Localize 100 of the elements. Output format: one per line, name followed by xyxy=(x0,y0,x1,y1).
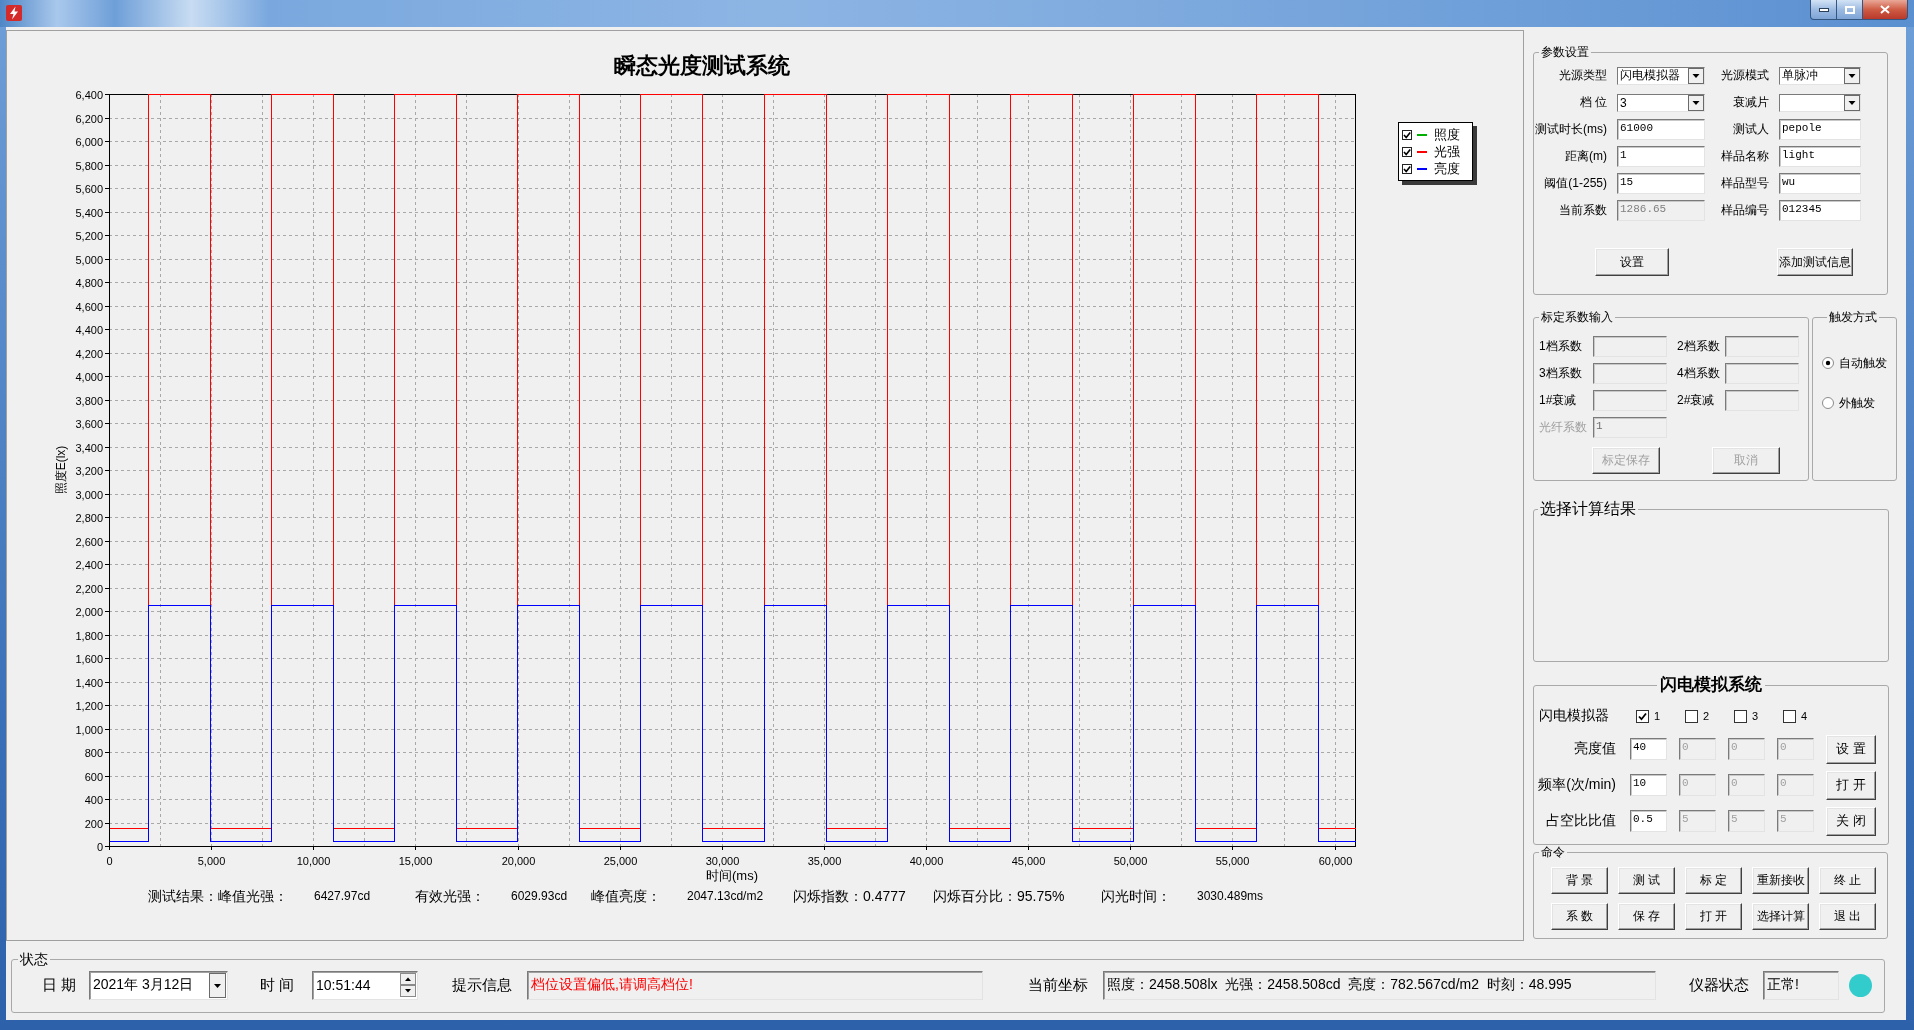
field-label: 距离(m) xyxy=(1564,148,1607,165)
field-label: 2档系数 xyxy=(1677,338,1721,355)
text-field[interactable]: 1 xyxy=(1617,146,1705,167)
push-button[interactable]: 退 出 xyxy=(1819,903,1876,930)
field-label: 衰减片 xyxy=(1732,94,1769,111)
text-field[interactable]: 15 xyxy=(1617,173,1705,194)
push-button[interactable]: 设 置 xyxy=(1826,734,1876,764)
text-field[interactable]: 012345 xyxy=(1779,200,1861,221)
group-title: 状态 xyxy=(19,951,49,967)
field-label: 1#衰减 xyxy=(1539,392,1578,409)
text-field[interactable]: light xyxy=(1779,146,1861,167)
group-title: 闪电模拟系统 xyxy=(1659,674,1763,696)
group-title: 标定系数输入 xyxy=(1540,310,1614,324)
caret-down-icon[interactable] xyxy=(1688,67,1704,84)
field-label: 档 位 xyxy=(1578,94,1607,111)
axis-tick-label: 6,200 xyxy=(75,112,103,125)
minimize-icon xyxy=(1818,7,1829,12)
text-field[interactable]: 40 xyxy=(1630,738,1667,760)
axis-tick-label: 400 xyxy=(84,793,103,806)
result-value: 6427.97cd xyxy=(314,888,371,904)
axis-tick-label: 2,600 xyxy=(75,535,103,548)
axis-title: 时间(ms) xyxy=(706,868,758,883)
axis-tick-label: 4,200 xyxy=(75,347,103,360)
checkbox[interactable] xyxy=(1783,709,1796,723)
legend-checkbox[interactable] xyxy=(1402,129,1412,140)
push-button[interactable]: 背 景 xyxy=(1551,867,1608,894)
axis-tick-label: 0 xyxy=(96,840,103,853)
caret-down-icon[interactable] xyxy=(1688,94,1704,111)
legend-checkbox[interactable] xyxy=(1402,163,1412,174)
field-label: 提示信息 xyxy=(452,975,513,995)
text-field[interactable] xyxy=(1725,363,1799,384)
axis-tick-label: 50,000 xyxy=(1113,855,1148,867)
text-field[interactable]: 0.5 xyxy=(1630,810,1667,832)
field-label: 时 间 xyxy=(260,975,296,995)
text-field[interactable]: 10 xyxy=(1630,774,1667,796)
result-label: 闪烁指数：0.4777 xyxy=(793,887,906,905)
push-button[interactable]: 打 开 xyxy=(1826,770,1876,800)
text-field[interactable] xyxy=(1593,363,1667,384)
result-label: 闪光时间： xyxy=(1101,887,1171,905)
maximize-button[interactable] xyxy=(1837,0,1863,20)
axis-tick-label: 1,800 xyxy=(75,629,103,642)
caret-down-icon[interactable] xyxy=(1844,94,1860,111)
maximize-icon xyxy=(1844,5,1855,14)
axis-tick-label: 5,000 xyxy=(75,253,103,266)
field-label: 光源模式 xyxy=(1720,67,1769,84)
caret-down-icon[interactable] xyxy=(209,972,226,998)
dropdown[interactable]: 单脉冲 xyxy=(1779,66,1861,85)
close-button[interactable] xyxy=(1863,0,1908,20)
axis-tick-label: 3,400 xyxy=(75,441,103,454)
push-button[interactable]: 保 存 xyxy=(1618,903,1675,930)
field-label: 4档系数 xyxy=(1677,365,1721,382)
minimize-button[interactable] xyxy=(1810,0,1837,20)
app-icon xyxy=(6,5,22,21)
caret-down-icon[interactable] xyxy=(400,985,416,997)
dropdown[interactable]: 3 xyxy=(1617,93,1705,112)
axis-tick-label: 5,200 xyxy=(75,229,103,242)
checkbox[interactable] xyxy=(1685,709,1698,723)
date-picker[interactable]: 2021年 3月12日 xyxy=(89,970,228,1000)
axis-tick-label: 2,800 xyxy=(75,511,103,524)
caret-down-icon[interactable] xyxy=(1844,67,1860,84)
radio-button[interactable] xyxy=(1822,397,1834,409)
field-label: 阈值(1-255) xyxy=(1543,175,1607,192)
axis-tick-label: 1,400 xyxy=(75,676,103,689)
push-button[interactable]: 重新接收 xyxy=(1752,867,1809,894)
legend-label: 光强 xyxy=(1434,144,1460,159)
axis-tick-label: 3,800 xyxy=(75,394,103,407)
text-field[interactable] xyxy=(1725,390,1799,411)
chart-title: 瞬态光度测试系统 xyxy=(614,53,790,78)
push-button[interactable]: 添加测试信息 xyxy=(1777,248,1853,276)
time-field[interactable]: 10:51:44 xyxy=(312,970,418,1000)
push-button[interactable]: 设置 xyxy=(1595,248,1669,276)
axis-tick-label: 10,000 xyxy=(296,855,331,867)
push-button[interactable]: 终 止 xyxy=(1819,867,1876,894)
text-field[interactable] xyxy=(1593,336,1667,357)
checkbox[interactable] xyxy=(1734,709,1747,723)
axis-tick-label: 5,400 xyxy=(75,206,103,219)
axis-tick-label: 45,000 xyxy=(1011,855,1046,867)
axis-tick-label: 55,000 xyxy=(1215,855,1250,867)
dropdown[interactable] xyxy=(1779,93,1861,112)
axis-tick-label: 2,200 xyxy=(75,582,103,595)
axis-tick-label: 5,800 xyxy=(75,159,103,172)
text-field[interactable]: 1286.65 xyxy=(1617,200,1705,221)
push-button[interactable]: 打 开 xyxy=(1685,903,1742,930)
text-field[interactable]: wu xyxy=(1779,173,1861,194)
field-label: 占空比比值 xyxy=(1546,812,1617,830)
dropdown[interactable]: 闪电模拟器 xyxy=(1617,66,1705,85)
axis-tick-label: 1,000 xyxy=(75,723,103,736)
checkbox[interactable] xyxy=(1636,709,1649,723)
radio-button[interactable] xyxy=(1822,357,1834,369)
push-button[interactable]: 系 数 xyxy=(1551,903,1608,930)
text-field[interactable]: pepole xyxy=(1779,119,1861,140)
text-field[interactable] xyxy=(1593,390,1667,411)
push-button[interactable]: 测 试 xyxy=(1618,867,1675,894)
legend-checkbox[interactable] xyxy=(1402,146,1412,157)
text-field[interactable] xyxy=(1725,336,1799,357)
push-button[interactable]: 选择计算 xyxy=(1752,903,1809,930)
push-button[interactable]: 标 定 xyxy=(1685,867,1742,894)
text-field[interactable]: 61000 xyxy=(1617,119,1705,140)
push-button[interactable]: 关 闭 xyxy=(1826,806,1876,836)
caret-up-icon[interactable] xyxy=(400,973,416,985)
